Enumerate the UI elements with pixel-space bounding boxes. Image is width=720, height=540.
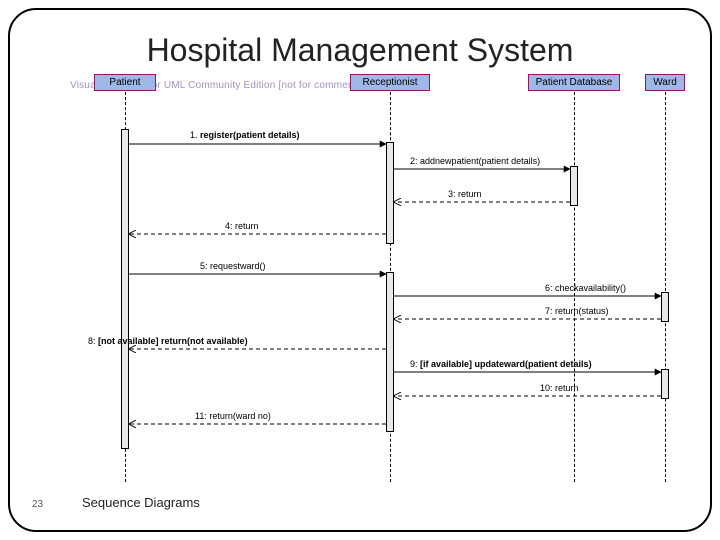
msg-1: 1. register(patient details) — [190, 130, 300, 140]
page-number: 23 — [32, 499, 43, 510]
msg-4: 4: return — [225, 221, 259, 231]
msg-7: 7: return(status) — [545, 306, 609, 316]
msg-2: 2: addnewpatient(patient details) — [410, 156, 540, 166]
msg-8: 8: [not available] return(not available) — [88, 336, 248, 346]
msg-11: 11: return(ward no) — [195, 411, 271, 421]
msg-5: 5: requestward() — [200, 261, 266, 271]
msg-9: 9: [if available] updateward(patient det… — [410, 359, 592, 369]
page-title: Hospital Management System — [10, 32, 710, 69]
sequence-diagram: Patient Receptionist Patient Database Wa… — [70, 74, 690, 494]
footer-label: Sequence Diagrams — [82, 495, 200, 510]
msg-10: 10: return — [540, 383, 579, 393]
msg-6: 6: checkavailability() — [545, 283, 626, 293]
slide-frame: Hospital Management System Visual Paradi… — [8, 8, 712, 532]
msg-3: 3: return — [448, 189, 482, 199]
